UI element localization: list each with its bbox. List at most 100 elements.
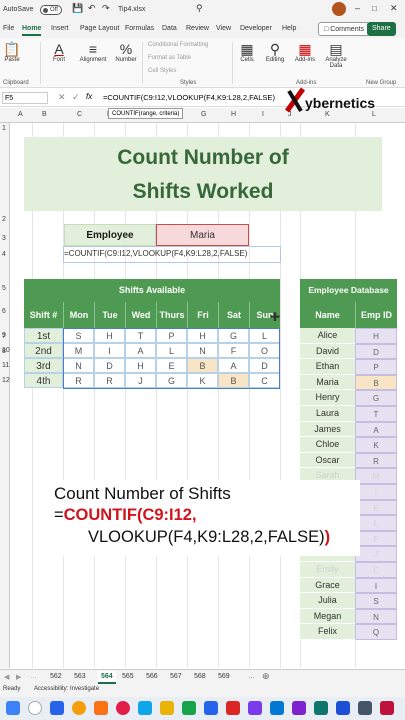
col-header[interactable]: A xyxy=(18,111,23,118)
search-taskbar-icon[interactable] xyxy=(28,701,42,715)
db-name-cell[interactable]: James xyxy=(300,421,355,438)
chrome-icon[interactable] xyxy=(72,701,86,715)
sheet-tab[interactable]: 566 xyxy=(146,673,158,680)
db-id-cell[interactable]: M xyxy=(355,468,397,484)
sheet-tab[interactable]: 565 xyxy=(122,673,134,680)
db-id-cell[interactable]: A xyxy=(355,421,397,438)
tab-view[interactable]: View xyxy=(216,25,231,32)
db-name-cell[interactable]: Ethan xyxy=(300,359,355,375)
folder-icon[interactable] xyxy=(160,701,174,715)
word-icon[interactable] xyxy=(204,701,218,715)
start-icon[interactable] xyxy=(6,701,20,715)
shift-label-cell[interactable]: 2nd xyxy=(24,343,63,358)
restore-icon[interactable]: □ xyxy=(372,4,377,13)
db-id-cell[interactable]: K xyxy=(355,437,397,453)
avatar[interactable] xyxy=(332,2,346,16)
row-header[interactable]: 5 xyxy=(2,285,6,292)
number-button[interactable]: % Number xyxy=(113,41,139,63)
row-header[interactable]: 6 xyxy=(2,308,6,315)
db-name-cell[interactable]: Oscar xyxy=(300,452,355,469)
db-id-cell[interactable]: T xyxy=(355,406,397,422)
db-name-cell[interactable]: Alice xyxy=(300,328,355,344)
format-as-table-button[interactable]: Format as Table xyxy=(148,55,191,61)
tab-insert[interactable]: Insert xyxy=(51,25,69,32)
app2-icon[interactable] xyxy=(314,701,328,715)
name-box[interactable]: F5 xyxy=(2,92,48,104)
prev-sheet-icon[interactable]: ◀ xyxy=(4,673,9,681)
autosave-toggle[interactable]: Off xyxy=(40,5,62,15)
db-name-cell[interactable]: Felix xyxy=(300,624,355,640)
sheet-tab[interactable]: 567 xyxy=(170,673,182,680)
app3-icon[interactable] xyxy=(358,701,372,715)
db-name-cell[interactable]: Grace xyxy=(300,577,355,594)
db-id-cell[interactable]: D xyxy=(355,343,397,360)
outlook-icon[interactable] xyxy=(336,701,350,715)
tab-formulas[interactable]: Formulas xyxy=(125,25,154,32)
app4-icon[interactable] xyxy=(380,701,394,715)
row-header[interactable]: 2 xyxy=(2,216,6,223)
db-id-cell[interactable]: F xyxy=(355,530,397,547)
comments-button[interactable]: □ Comments xyxy=(318,22,371,36)
row-header[interactable]: 12 xyxy=(2,377,10,384)
paste-button[interactable]: 📋 Paste xyxy=(2,41,22,63)
db-id-cell[interactable]: R xyxy=(355,452,397,469)
analyze-data-button[interactable]: ▤ Analyze Data xyxy=(322,41,350,69)
shift-label-cell[interactable]: 4th xyxy=(24,373,63,388)
more-tabs-icon[interactable]: … xyxy=(248,673,255,680)
save-icon[interactable]: 💾 xyxy=(72,3,83,14)
row-header[interactable]: 11 xyxy=(2,362,9,369)
col-header[interactable]: I xyxy=(262,111,264,118)
db-id-cell[interactable]: I xyxy=(355,577,397,594)
redo-icon[interactable]: ↷ xyxy=(102,3,110,14)
col-header[interactable]: B xyxy=(42,111,47,118)
db-id-cell[interactable]: E xyxy=(355,499,397,516)
db-name-cell[interactable]: Julia xyxy=(300,593,355,609)
db-id-cell[interactable]: B xyxy=(355,374,397,391)
editing-button[interactable]: ⚲ Editing xyxy=(262,41,288,63)
next-sheet-icon[interactable]: ▶ xyxy=(16,673,21,681)
tab-data[interactable]: Data xyxy=(162,25,177,32)
db-name-cell[interactable]: Emily xyxy=(300,562,355,578)
conditional-formatting-button[interactable]: Conditional Formatting xyxy=(148,42,208,48)
formula-input[interactable]: =COUNTIF(C9:I12,VLOOKUP(F4,K9:L28,2,FALS… xyxy=(103,93,275,102)
tab-page-layout[interactable]: Page Layout xyxy=(80,25,119,32)
sheet-tab[interactable]: 568 xyxy=(194,673,206,680)
db-id-cell[interactable]: N xyxy=(355,608,397,625)
col-header[interactable]: G xyxy=(201,111,206,118)
row-header[interactable]: 10 xyxy=(2,347,10,354)
shift-label-cell[interactable]: 1st xyxy=(24,328,63,343)
cancel-icon[interactable]: ✕ xyxy=(58,92,66,103)
db-id-cell[interactable]: L xyxy=(355,515,397,531)
vscode-icon[interactable] xyxy=(270,701,284,715)
row-header[interactable]: 1 xyxy=(2,125,6,132)
shift-label-cell[interactable]: 3rd xyxy=(24,358,63,373)
fx-icon[interactable]: fx xyxy=(86,92,92,101)
add-sheet-icon[interactable]: ⊕ xyxy=(262,671,270,682)
db-id-cell[interactable]: S xyxy=(355,593,397,609)
row-header[interactable]: 9 xyxy=(2,332,6,339)
db-name-cell[interactable]: David xyxy=(300,343,355,360)
cells-button[interactable]: ▦ Cells xyxy=(236,41,258,63)
font-button[interactable]: A Font xyxy=(48,41,70,63)
search-icon[interactable]: ⚲ xyxy=(196,3,203,14)
db-id-cell[interactable]: Q xyxy=(355,624,397,640)
edge-icon[interactable] xyxy=(138,701,152,715)
db-id-cell[interactable]: H xyxy=(355,328,397,344)
tab-developer[interactable]: Developer xyxy=(240,25,272,32)
formula-cell[interactable]: =COUNTIF(C9:I12,VLOOKUP(F4,K9:L28,2,FALS… xyxy=(64,249,247,258)
db-id-cell[interactable]: I xyxy=(355,484,397,500)
tab-home[interactable]: Home xyxy=(22,25,42,36)
employee-value-cell[interactable]: Maria xyxy=(156,224,249,246)
sheet-tab[interactable]: 563 xyxy=(74,673,86,680)
minimize-icon[interactable]: – xyxy=(355,3,360,13)
db-name-cell[interactable]: Maria xyxy=(300,374,355,391)
firefox-icon[interactable] xyxy=(94,701,108,715)
more-sheets-icon[interactable]: … xyxy=(30,673,37,680)
alignment-button[interactable]: ≡ Alignment xyxy=(76,41,110,63)
onenote-icon[interactable] xyxy=(292,701,306,715)
tab-help[interactable]: Help xyxy=(282,25,296,32)
col-header[interactable]: H xyxy=(231,111,236,118)
tab-file[interactable]: File xyxy=(3,25,14,32)
db-id-cell[interactable]: C xyxy=(355,562,397,578)
app-icon[interactable] xyxy=(116,701,130,715)
